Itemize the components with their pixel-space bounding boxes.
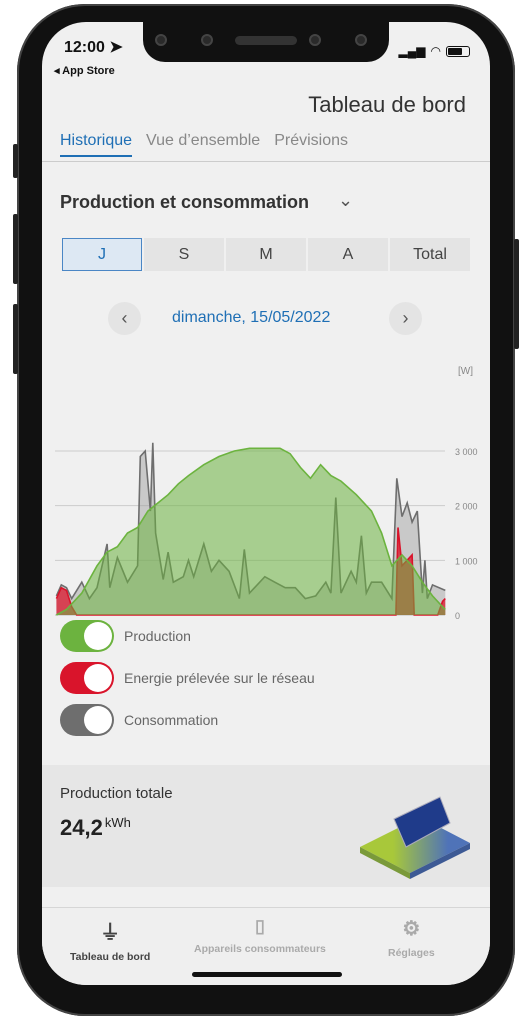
nav-appareils[interactable]: ▯ Appareils consommateurs [194,916,326,955]
section-title[interactable]: Production et consommation [60,192,309,213]
period-selector: J S M A Total [62,238,470,271]
time-text: 12:00 [64,39,105,56]
home-indicator[interactable] [192,972,342,977]
volume-up-button [13,214,18,284]
app-screen: 12:00 ➤ ◂ App Store ▂▄▆ ◠ Tableau de bor… [42,22,490,985]
speaker [235,36,297,45]
period-month[interactable]: M [226,238,306,271]
chevron-left-icon[interactable]: ‹ [108,302,141,335]
tab-previsions[interactable]: Prévisions [274,132,348,157]
nav-tableau-de-bord[interactable]: ⏚ Tableau de bord [70,916,150,963]
legend-consumption: Consommation [60,704,218,736]
y-tick-label: 1 000 [455,556,478,566]
volume-down-button [13,304,18,374]
power-button [514,239,519,349]
nav-label: Tableau de bord [70,951,151,963]
power-chart: [W] 01 0002 0003 000 8:0010:0012:0014:00… [55,366,478,620]
production-total-card[interactable]: Production totale 24,2 kWh [42,765,490,887]
period-total[interactable]: Total [390,238,470,271]
tab-bar: Historique Vue d’ensemble Prévisions [60,132,348,157]
chevron-right-icon[interactable]: › [389,302,422,335]
legend-label: Energie prélevée sur le réseau [124,670,315,686]
date-label: dimanche, 15/05/2022 [172,309,331,326]
status-time: 12:00 ➤ [64,37,123,57]
battery-icon [446,45,470,57]
period-year[interactable]: A [308,238,388,271]
notch [143,22,389,62]
camera-icon [309,34,321,46]
nav-label: Appareils consommateurs [194,943,326,955]
card-label: Production totale [60,785,173,802]
unit-label: [W] [458,366,473,377]
toggle-consumption[interactable] [60,704,114,736]
gear-icon: ⚙ [402,918,421,940]
heater-icon: ▯ [254,916,265,936]
toggle-production[interactable] [60,620,114,652]
card-value: 24,2 kWh [60,815,131,841]
solar-panel-illustration [360,796,470,879]
location-arrow-icon: ➤ [109,39,123,56]
sensor-icon [201,34,213,46]
series-production-area [56,448,446,615]
sensor-icon [155,34,167,46]
legend-production: Production [60,620,191,652]
back-to-app-store[interactable]: ◂ App Store [54,64,115,77]
tab-historique[interactable]: Historique [60,132,133,157]
unit-text: kWh [104,815,131,830]
tab-divider [42,161,490,162]
nav-label: Réglages [388,947,435,959]
status-icons: ▂▄▆ ◠ [399,44,470,58]
tab-vue-ensemble[interactable]: Vue d’ensemble [146,132,260,157]
y-tick-label: 2 000 [455,502,478,512]
legend-grid: Energie prélevée sur le réseau [60,662,315,694]
sensor-icon [355,34,367,46]
period-week[interactable]: S [144,238,224,271]
plug-icon: ⏚ [100,922,121,944]
page-title: Tableau de bord [308,92,466,117]
legend-label: Consommation [124,712,219,728]
legend-label: Production [124,628,191,644]
y-tick-label: 0 [455,611,460,620]
chevron-down-icon[interactable]: ⌄ [338,190,353,211]
back-label: App Store [62,65,115,77]
nav-reglages[interactable]: ⚙ Réglages [388,916,435,959]
signal-icon: ▂▄▆ [398,44,426,58]
wifi-icon: ◠ [430,44,441,58]
mute-switch [13,144,18,178]
y-tick-label: 3 000 [455,447,478,457]
toggle-grid[interactable] [60,662,114,694]
value-text: 24,2 [60,815,103,840]
period-day[interactable]: J [62,238,142,271]
